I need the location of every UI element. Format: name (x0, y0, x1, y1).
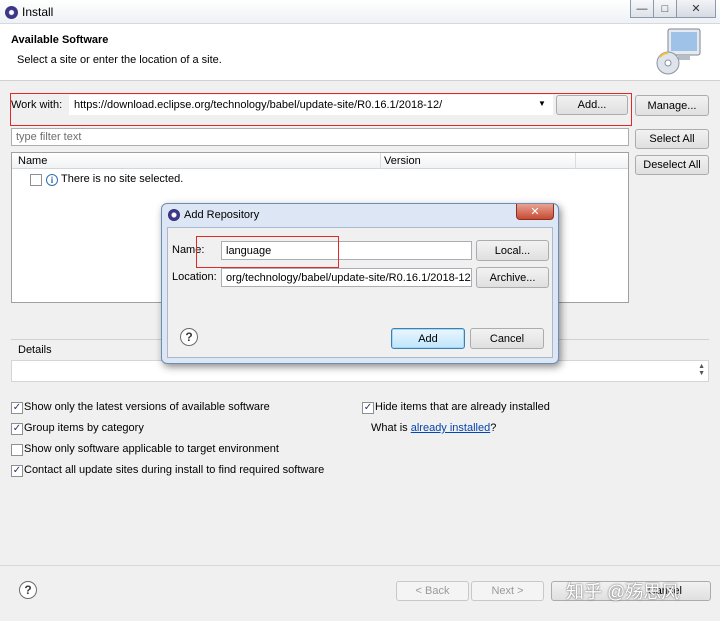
dialog-body: Name: language Local... Location: org/te… (167, 227, 553, 358)
next-button[interactable]: Next > (471, 581, 544, 601)
column-separator (575, 153, 576, 169)
location-input-value: org/technology/babel/update-site/R0.16.1… (226, 272, 472, 284)
location-label: Location: (172, 271, 217, 283)
dialog-cancel-button[interactable]: Cancel (470, 328, 544, 349)
maximize-button[interactable]: □ (653, 0, 677, 18)
row-checkbox[interactable] (30, 174, 42, 186)
page-header: Available Software Select a site or ente… (0, 24, 720, 81)
dialog-title: Add Repository (184, 209, 260, 221)
back-button[interactable]: < Back (396, 581, 469, 601)
close-button[interactable]: ✕ (676, 0, 716, 18)
target-env-label: Show only software applicable to target … (24, 443, 279, 455)
target-env-checkbox[interactable] (11, 444, 23, 456)
window-titlebar: Install — □ ✕ (0, 0, 720, 24)
filter-input[interactable]: type filter text (11, 128, 629, 146)
help-icon[interactable]: ? (19, 581, 37, 599)
select-all-button[interactable]: Select All (635, 129, 709, 149)
page-subtitle: Select a site or enter the location of a… (17, 54, 222, 66)
eclipse-app-icon (5, 6, 18, 19)
group-by-category-label: Group items by category (24, 422, 144, 434)
what-is-text: What is already installed? (371, 422, 496, 434)
highlight-name (196, 236, 339, 268)
details-label: Details (18, 344, 52, 356)
watermark-text: 知乎 @殇思风 (566, 582, 680, 602)
table-header: Name Version (12, 153, 628, 169)
contact-sites-label: Contact all update sites during install … (24, 464, 325, 476)
dialog-add-button[interactable]: Add (391, 328, 465, 349)
eclipse-app-icon (168, 209, 180, 221)
location-input[interactable]: org/technology/babel/update-site/R0.16.1… (221, 268, 472, 287)
minimize-button[interactable]: — (630, 0, 654, 18)
what-is-suffix: ? (490, 422, 497, 434)
show-latest-checkbox[interactable]: ✓ (11, 402, 23, 414)
local-button[interactable]: Local... (476, 240, 549, 261)
info-icon: i (46, 174, 58, 186)
already-installed-link[interactable]: already installed (411, 422, 491, 434)
page-title: Available Software (11, 34, 109, 46)
archive-button[interactable]: Archive... (476, 267, 549, 288)
scroll-arrows-icon[interactable]: ▲ ▼ (698, 363, 705, 377)
dialog-help-icon[interactable]: ? (180, 328, 198, 346)
group-by-category-checkbox[interactable]: ✓ (11, 423, 23, 435)
hide-installed-checkbox[interactable]: ✓ (362, 402, 374, 414)
hide-installed-label: Hide items that are already installed (375, 401, 550, 413)
table-empty-message: There is no site selected. (61, 173, 184, 185)
window-title: Install (22, 5, 54, 19)
column-header-version[interactable]: Version (384, 155, 421, 167)
filter-placeholder: type filter text (16, 131, 82, 143)
dialog-close-button[interactable]: ✕ (516, 204, 554, 220)
highlight-work-with (10, 93, 632, 126)
install-cd-icon (656, 28, 701, 75)
manage-button[interactable]: Manage... (635, 95, 709, 116)
footer-divider (0, 565, 720, 566)
contact-sites-checkbox[interactable]: ✓ (11, 465, 23, 477)
deselect-all-button[interactable]: Deselect All (635, 155, 709, 175)
add-repository-dialog: Add Repository ✕ Name: language Local...… (161, 203, 559, 364)
what-is-prefix: What is (371, 422, 411, 434)
column-separator (380, 153, 381, 169)
show-latest-label: Show only the latest versions of availab… (24, 401, 270, 413)
column-header-name[interactable]: Name (18, 155, 47, 167)
